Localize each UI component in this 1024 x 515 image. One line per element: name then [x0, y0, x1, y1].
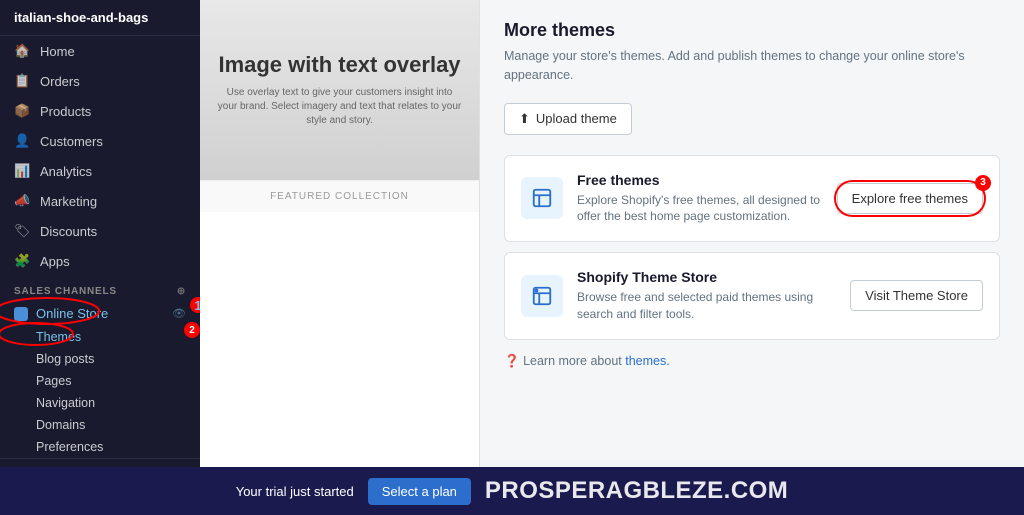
- sub-themes[interactable]: Themes 2: [0, 326, 200, 348]
- theme-cards: Free themes Explore Shopify's free theme…: [504, 155, 1000, 340]
- theme-preview-desc: Use overlay text to give your customers …: [216, 86, 463, 128]
- nav-discounts[interactable]: 🏷 Discounts: [0, 216, 200, 246]
- free-themes-icon: [521, 177, 563, 219]
- theme-store-content: Shopify Theme Store Browse free and sele…: [577, 269, 836, 323]
- store-icon-svg: [531, 285, 553, 307]
- sales-channels-section: SALES CHANNELS ⊕: [0, 276, 200, 301]
- nav-analytics[interactable]: 📊 Analytics: [0, 156, 200, 186]
- annotation-num-2: 2: [184, 322, 200, 338]
- marketing-icon: 📣: [14, 193, 30, 209]
- apps-icon: 🧩: [14, 253, 30, 269]
- free-themes-desc: Explore Shopify's free themes, all desig…: [577, 192, 823, 226]
- theme-store-card: Shopify Theme Store Browse free and sele…: [504, 252, 1000, 340]
- nav-home[interactable]: 🏠 Home: [0, 36, 200, 66]
- sub-pages[interactable]: Pages: [0, 370, 200, 392]
- more-themes-panel: More themes Manage your store's themes. …: [480, 0, 1024, 467]
- analytics-icon: 📊: [14, 163, 30, 179]
- sub-preferences[interactable]: Preferences: [0, 436, 200, 458]
- sub-navigation[interactable]: Navigation: [0, 392, 200, 414]
- nav-apps[interactable]: 🧩 Apps: [0, 246, 200, 276]
- add-channel-icon[interactable]: ⊕: [177, 286, 186, 297]
- theme-preview-panel: Image with text overlay Use overlay text…: [200, 0, 480, 467]
- store-name: italian-shoe-and-bags: [14, 10, 148, 25]
- online-store-icon: [14, 307, 28, 321]
- upload-icon: ⬆: [519, 111, 530, 127]
- orders-icon: 📋: [14, 73, 30, 89]
- sub-domains[interactable]: Domains: [0, 414, 200, 436]
- upload-theme-button[interactable]: ⬆ Upload theme: [504, 103, 632, 135]
- watermark: PROSPERAGBLEZE.COM: [485, 477, 788, 505]
- themes-link[interactable]: themes.: [625, 354, 669, 368]
- visit-theme-store-button[interactable]: Visit Theme Store: [850, 280, 983, 311]
- learn-more: ❓ Learn more about themes.: [504, 354, 1000, 369]
- nav-products[interactable]: 📦 Products: [0, 96, 200, 126]
- theme-preview-image: Image with text overlay Use overlay text…: [200, 0, 479, 180]
- explore-free-themes-button[interactable]: Explore free themes: [837, 183, 983, 214]
- nav-customers[interactable]: 👤 Customers: [0, 126, 200, 156]
- sidebar-header: italian-shoe-and-bags: [0, 0, 200, 36]
- theme-store-title: Shopify Theme Store: [577, 269, 836, 285]
- more-themes-desc: Manage your store's themes. Add and publ…: [504, 47, 1000, 85]
- select-plan-button[interactable]: Select a plan: [368, 478, 471, 505]
- annotation-num-3: 3: [975, 175, 991, 191]
- products-icon: 📦: [14, 103, 30, 119]
- discounts-icon: 🏷: [14, 223, 30, 239]
- free-themes-title: Free themes: [577, 172, 823, 188]
- more-themes-title: More themes: [504, 20, 1000, 41]
- featured-collection-badge: FEATURED COLLECTION: [200, 180, 479, 212]
- online-store-channel[interactable]: Online Store 👁 1: [0, 301, 200, 326]
- learn-more-icon: ❓: [504, 354, 520, 368]
- bottom-bar: Your trial just started Select a plan PR…: [0, 467, 1024, 515]
- annotation-num-1: 1: [190, 297, 200, 313]
- theme-store-icon: [521, 275, 563, 317]
- trial-text: Your trial just started: [236, 484, 354, 499]
- sub-blog-posts[interactable]: Blog posts: [0, 348, 200, 370]
- nav-marketing[interactable]: 📣 Marketing: [0, 186, 200, 216]
- settings-nav[interactable]: ⚙️ Settings: [0, 458, 200, 467]
- free-themes-content: Free themes Explore Shopify's free theme…: [577, 172, 823, 226]
- nav-orders[interactable]: 📋 Orders: [0, 66, 200, 96]
- free-themes-card: Free themes Explore Shopify's free theme…: [504, 155, 1000, 243]
- customers-icon: 👤: [14, 133, 30, 149]
- theme-store-desc: Browse free and selected paid themes usi…: [577, 289, 836, 323]
- explore-free-themes-wrapper: Explore free themes 3: [837, 183, 983, 214]
- home-icon: 🏠: [14, 43, 30, 59]
- theme-icon-svg: [531, 187, 553, 209]
- main-content: Image with text overlay Use overlay text…: [200, 0, 1024, 467]
- theme-preview-title: Image with text overlay: [218, 52, 460, 78]
- eye-icon[interactable]: 👁: [172, 307, 186, 320]
- sidebar: italian-shoe-and-bags 🏠 Home 📋 Orders 📦 …: [0, 0, 200, 467]
